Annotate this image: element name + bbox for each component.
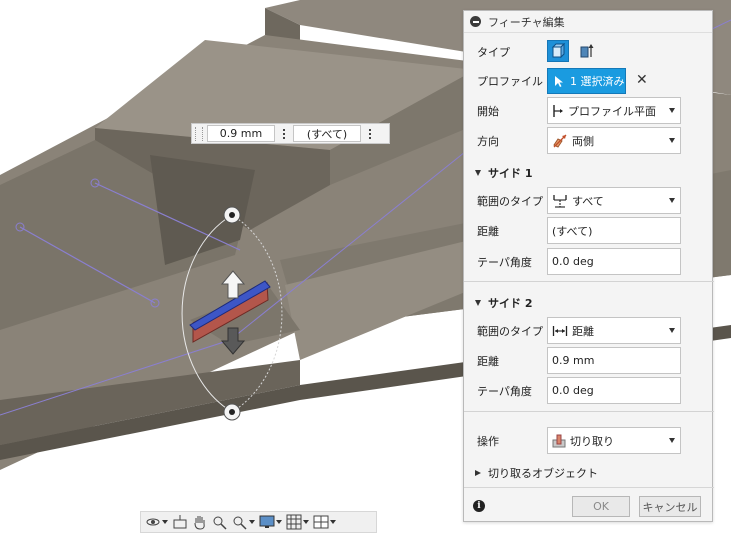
info-icon[interactable]: i: [473, 500, 485, 512]
solid-extrude-icon: [551, 43, 566, 59]
operation-value: 切り取り: [570, 434, 614, 448]
side1-section-header[interactable]: サイド 1: [475, 165, 532, 181]
dialog-title: フィーチャ編集: [488, 15, 565, 29]
side1-distance-label: 距離: [477, 225, 499, 238]
side1-extent-value: すべて: [572, 194, 604, 208]
ok-button[interactable]: OK: [572, 496, 630, 517]
objects-to-cut-header[interactable]: 切り取るオブジェクト: [475, 465, 598, 481]
side1-extent-label: 範囲のタイプ: [477, 195, 543, 208]
chevron-down-icon: [669, 438, 675, 443]
side1-distance-row: 距離 (すべて): [464, 217, 714, 245]
zoom-icon[interactable]: [212, 513, 228, 531]
display-settings-icon[interactable]: [259, 513, 282, 531]
chevron-down-icon: [669, 198, 675, 203]
direction-dropdown[interactable]: 両側: [547, 127, 681, 154]
direction-row: 方向 両側: [464, 127, 714, 155]
side2-extent-label: 範囲のタイプ: [477, 325, 543, 338]
manipulator-handle-dot: [229, 409, 235, 415]
profile-select-button[interactable]: 1 選択済み: [547, 68, 626, 94]
operation-label: 操作: [477, 435, 499, 448]
viewports-icon[interactable]: [313, 513, 336, 531]
thin-extrude-icon: [580, 44, 594, 58]
clear-selection-close-icon[interactable]: ✕: [636, 73, 648, 87]
side2-taper-row: テーパ角度 0.0 deg: [464, 377, 714, 405]
chevron-down-icon: [669, 108, 675, 113]
pan-icon[interactable]: [192, 513, 208, 531]
distance-inline-input-side1[interactable]: (すべて): [293, 125, 361, 142]
operation-dropdown[interactable]: 切り取り: [547, 427, 681, 454]
side2-extent-dropdown[interactable]: 距離: [547, 317, 681, 344]
direction-label: 方向: [477, 135, 499, 148]
type-solid-button[interactable]: [547, 40, 569, 62]
divider: [464, 411, 714, 412]
divider: [464, 281, 714, 282]
orbit-icon[interactable]: [145, 513, 168, 531]
type-thin-button[interactable]: [576, 40, 598, 62]
navigation-toolbar: [140, 511, 377, 533]
side2-extent-value: 距離: [572, 324, 594, 338]
side1-distance-input[interactable]: (すべて): [547, 217, 681, 244]
side2-extent-row: 範囲のタイプ 距離: [464, 317, 714, 345]
side2-distance-label: 距離: [477, 355, 499, 368]
side1-title: サイド 1: [488, 167, 533, 180]
feature-edit-dialog: フィーチャ編集 タイプ プロファイル 1 選択済み ✕ 開始 プロファイル平面 …: [463, 10, 714, 522]
side2-section-header[interactable]: サイド 2: [475, 295, 532, 311]
chevron-down-icon: [669, 328, 675, 333]
side2-distance-input[interactable]: 0.9 mm: [547, 347, 681, 374]
side1-taper-input[interactable]: 0.0 deg: [547, 248, 681, 275]
more-options-icon[interactable]: [361, 125, 379, 142]
expand-triangle-icon: [475, 170, 481, 176]
drag-grip-icon[interactable]: [195, 126, 203, 141]
profile-plane-icon: [553, 104, 563, 117]
inline-value-bar: 0.9 mm (すべて): [191, 123, 390, 144]
type-label: タイプ: [477, 46, 510, 59]
side1-taper-label: テーパ角度: [477, 256, 532, 269]
more-options-icon[interactable]: [275, 125, 293, 142]
extent-all-icon: [553, 194, 567, 208]
start-value: プロファイル平面: [568, 104, 656, 118]
direction-value: 両側: [572, 134, 594, 148]
side2-distance-row: 距離 0.9 mm: [464, 347, 714, 375]
extent-distance-icon: [552, 325, 568, 336]
start-row: 開始 プロファイル平面: [464, 97, 714, 125]
collapse-icon[interactable]: [470, 16, 481, 27]
cancel-button[interactable]: キャンセル: [639, 496, 701, 517]
symmetric-direction-icon: [553, 134, 567, 148]
grid-icon[interactable]: [286, 513, 309, 531]
cut-operation-icon: [552, 434, 566, 447]
collapsed-triangle-icon: [475, 470, 481, 476]
look-at-icon[interactable]: [172, 513, 188, 531]
profile-label: プロファイル: [477, 75, 543, 88]
cursor-arrow-icon: [555, 76, 563, 87]
side2-taper-input[interactable]: 0.0 deg: [547, 377, 681, 404]
start-label: 開始: [477, 105, 499, 118]
dialog-titlebar[interactable]: フィーチャ編集: [464, 11, 712, 33]
objects-to-cut-title: 切り取るオブジェクト: [488, 467, 598, 480]
start-dropdown[interactable]: プロファイル平面: [547, 97, 681, 124]
side2-title: サイド 2: [488, 297, 533, 310]
expand-triangle-icon: [475, 300, 481, 306]
manipulator-handle-dot: [229, 212, 235, 218]
side1-extent-row: 範囲のタイプ すべて: [464, 187, 714, 215]
chevron-down-icon: [669, 138, 675, 143]
distance-inline-input[interactable]: 0.9 mm: [207, 125, 275, 142]
side1-extent-dropdown[interactable]: すべて: [547, 187, 681, 214]
type-row: タイプ: [464, 39, 714, 65]
side2-taper-label: テーパ角度: [477, 385, 532, 398]
operation-row: 操作 切り取り: [464, 427, 714, 455]
profile-selected-text: 1 選択済み: [570, 75, 625, 88]
side1-taper-row: テーパ角度 0.0 deg: [464, 248, 714, 276]
fit-icon[interactable]: [232, 513, 255, 531]
dialog-footer: i OK キャンセル: [464, 487, 714, 521]
